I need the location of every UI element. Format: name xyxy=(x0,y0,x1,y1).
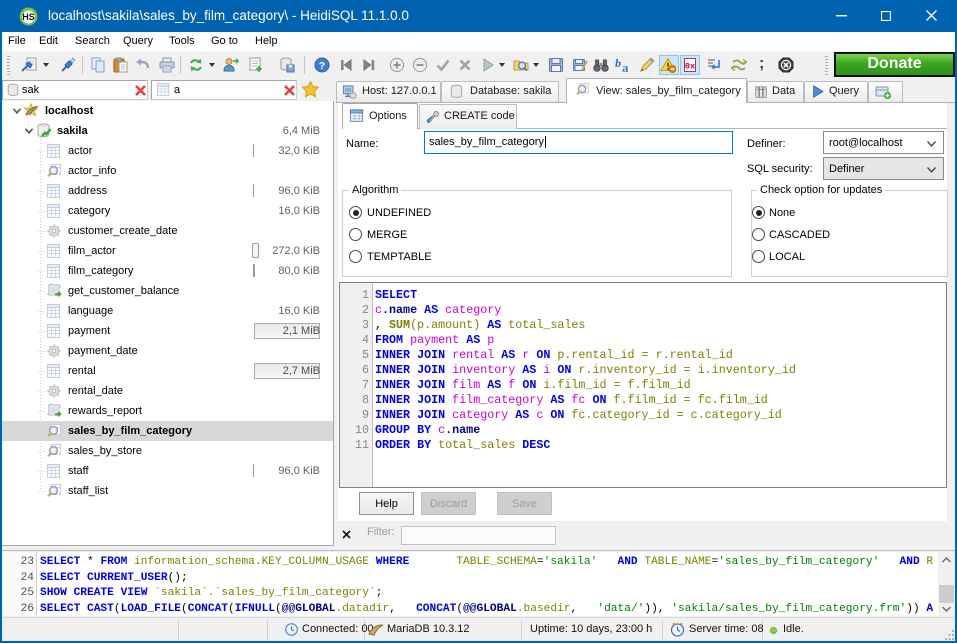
svg-text:0x: 0x xyxy=(685,62,695,72)
svg-text:HS: HS xyxy=(22,12,35,22)
svg-text:?: ? xyxy=(319,60,325,72)
svg-text:a: a xyxy=(622,60,629,73)
svg-text:b: b xyxy=(615,57,621,70)
